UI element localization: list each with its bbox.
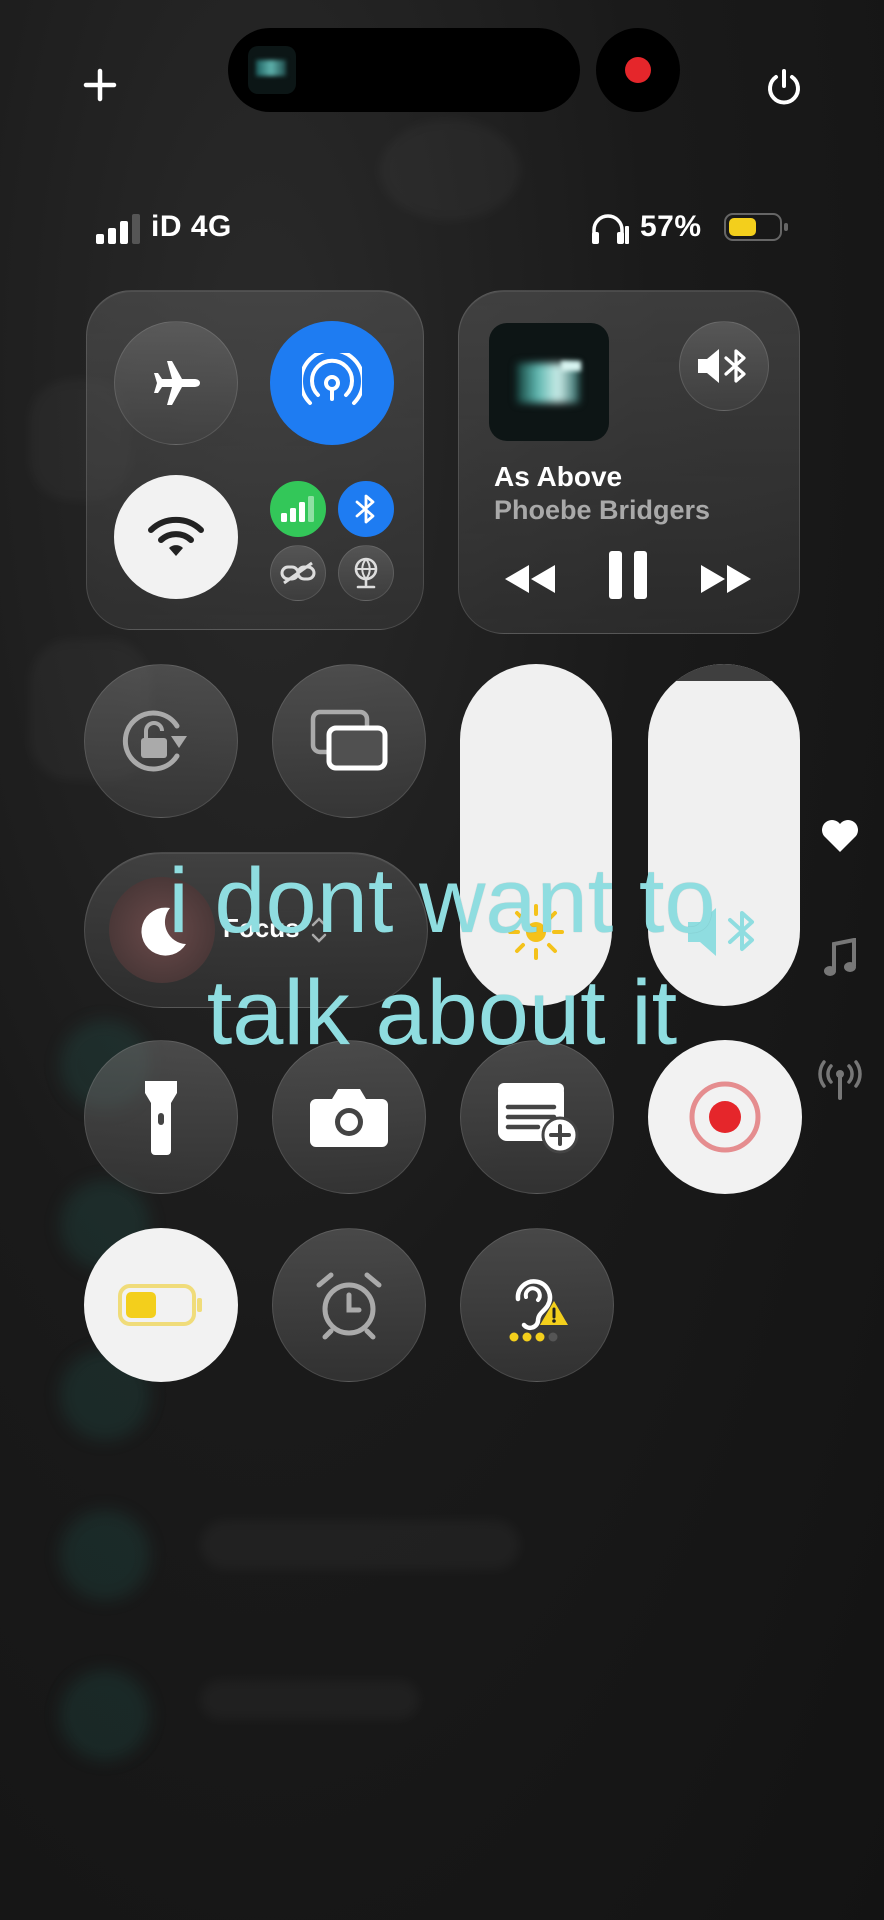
cellular-toggle[interactable] <box>270 481 326 537</box>
vpn-icon <box>354 557 378 589</box>
page-connectivity[interactable] <box>818 1060 866 1104</box>
heart-icon <box>822 820 858 852</box>
recording-indicator[interactable] <box>596 28 680 112</box>
screen-mirroring-icon <box>310 709 388 771</box>
bluetooth-icon <box>355 494 375 524</box>
low-power-battery-icon <box>118 1284 202 1326</box>
wifi-toggle[interactable] <box>114 475 238 599</box>
focus-icon-circle <box>109 877 215 983</box>
personal-hotspot-toggle[interactable] <box>270 545 326 601</box>
orientation-lock-icon <box>122 710 187 772</box>
status-bar: iD 4G 57% <box>96 208 796 248</box>
carrier-label: iD 4G <box>151 210 232 243</box>
headphones-icon <box>592 214 629 244</box>
orientation-lock-toggle[interactable] <box>84 664 238 818</box>
screen-recording-toggle[interactable] <box>648 1040 802 1194</box>
flashlight-toggle[interactable] <box>84 1040 238 1194</box>
low-power-mode-toggle[interactable] <box>84 1228 238 1382</box>
vpn-toggle[interactable] <box>338 545 394 601</box>
album-artwork <box>489 323 609 441</box>
connectivity-module[interactable] <box>86 290 424 630</box>
record-dot-icon <box>625 57 651 83</box>
focus-toggle[interactable]: Focus <box>84 852 428 1008</box>
speaker-bluetooth-volume-icon <box>688 908 754 956</box>
brightness-slider[interactable] <box>460 664 612 1006</box>
antenna-icon <box>818 1060 862 1100</box>
bluetooth-toggle[interactable] <box>338 481 394 537</box>
add-button[interactable] <box>70 55 130 115</box>
screen-record-icon <box>689 1081 761 1153</box>
airdrop-toggle[interactable] <box>270 321 394 445</box>
wifi-icon <box>148 516 204 556</box>
page-music[interactable] <box>822 937 862 982</box>
pause-button[interactable] <box>607 549 653 609</box>
next-track-button[interactable] <box>699 557 759 603</box>
personal-hotspot-icon <box>280 561 316 585</box>
camera-button[interactable] <box>272 1040 426 1194</box>
track-artist: Phoebe Bridgers <box>494 495 711 525</box>
fast-forward-icon <box>701 565 751 593</box>
pause-icon <box>609 551 647 599</box>
alarm-button[interactable] <box>272 1228 426 1382</box>
album-thumbnail <box>248 46 296 94</box>
track-title: As Above <box>494 461 623 492</box>
flashlight-icon <box>145 1081 177 1155</box>
page-favorites[interactable] <box>820 818 864 862</box>
airplane-icon <box>154 361 200 405</box>
moon-icon <box>141 907 186 956</box>
signal-bars-icon <box>96 214 140 244</box>
dynamic-island[interactable] <box>228 28 580 112</box>
volume-slider[interactable] <box>648 664 800 1006</box>
camera-icon <box>310 1089 388 1147</box>
quick-note-button[interactable] <box>460 1040 614 1194</box>
screen-mirroring-button[interactable] <box>272 664 426 818</box>
brightness-sun-icon <box>508 904 564 960</box>
now-playing-module[interactable]: As Above Phoebe Bridgers <box>458 290 800 634</box>
speaker-bluetooth-icon <box>698 349 746 383</box>
plus-icon <box>83 68 117 102</box>
alarm-clock-icon <box>316 1272 382 1340</box>
rewind-icon <box>505 565 555 593</box>
ear-warning-icon <box>509 1279 568 1342</box>
hearing-button[interactable] <box>460 1228 614 1382</box>
focus-label: Focus <box>223 913 300 943</box>
battery-icon <box>724 213 788 241</box>
audio-output-button[interactable] <box>679 321 769 411</box>
previous-track-button[interactable] <box>501 557 561 603</box>
cellular-icon <box>281 496 314 522</box>
battery-percent: 57% <box>640 210 702 243</box>
airdrop-icon <box>302 353 362 405</box>
quick-note-icon <box>498 1083 579 1154</box>
power-icon <box>768 69 800 105</box>
music-note-icon <box>824 937 856 976</box>
chevron-updown-icon <box>311 917 327 943</box>
airplane-mode-toggle[interactable] <box>114 321 238 445</box>
power-button[interactable] <box>752 55 816 119</box>
